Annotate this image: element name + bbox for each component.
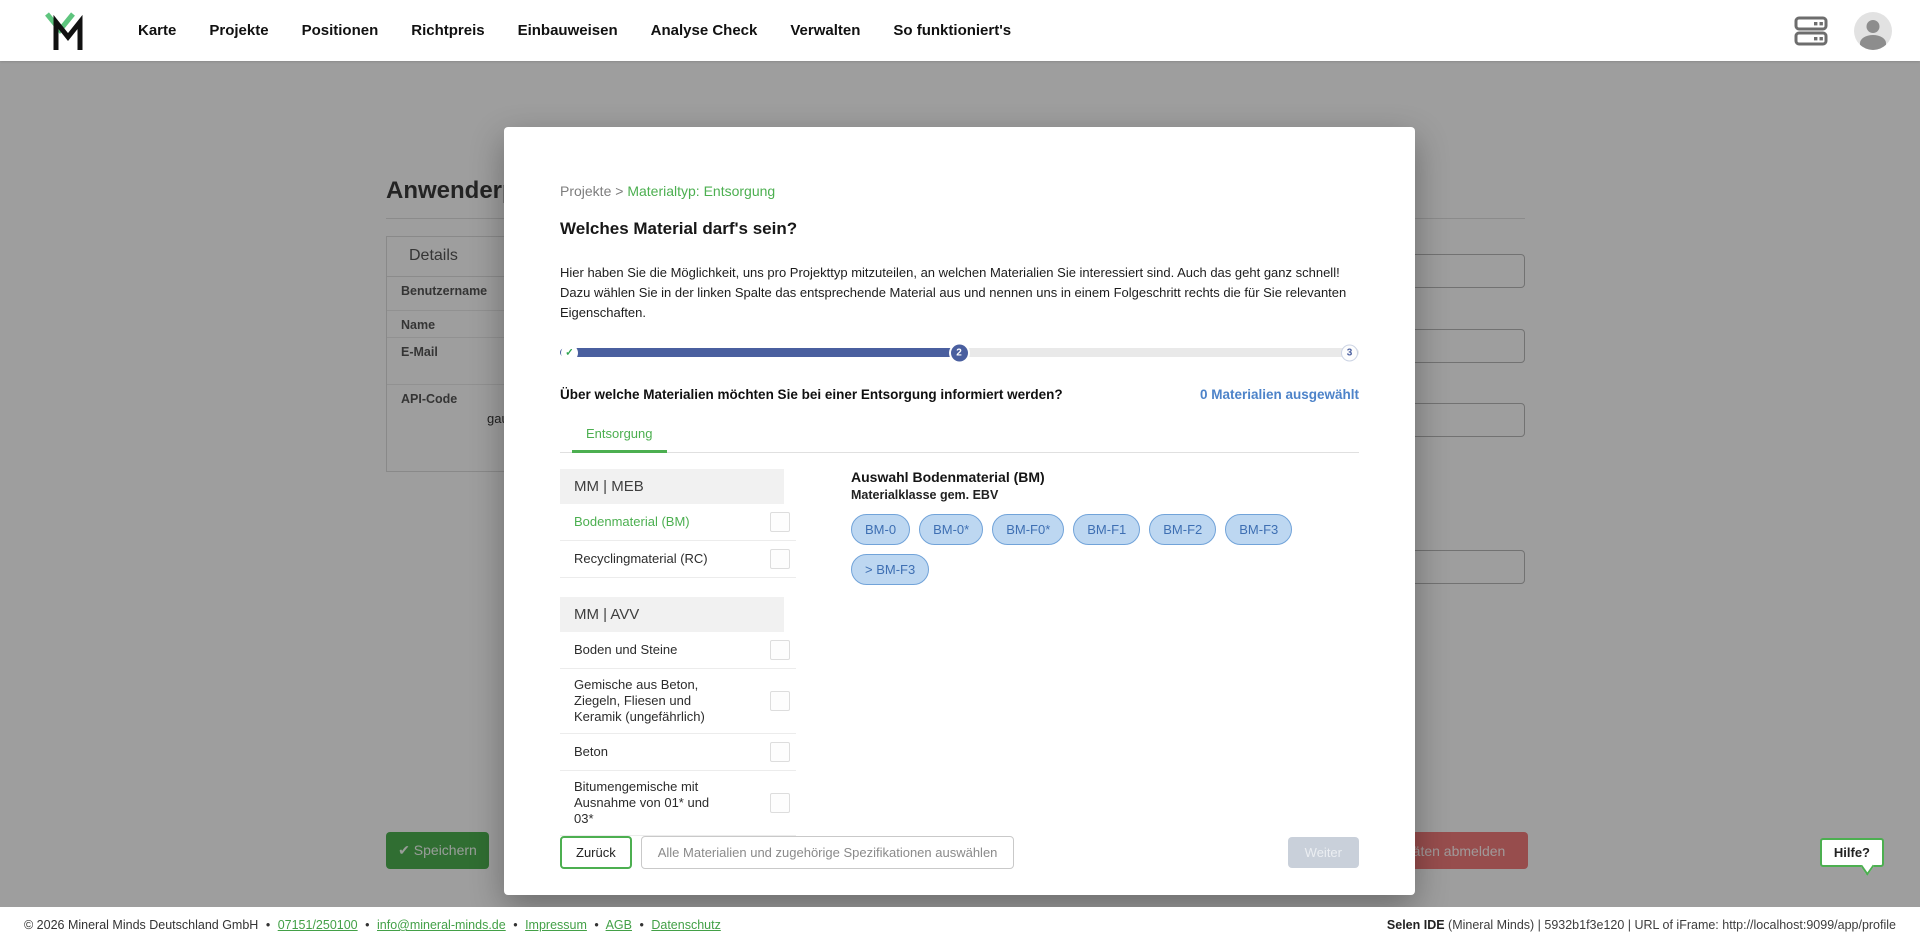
- chip-gt-bm-f3[interactable]: > BM-F3: [851, 554, 929, 585]
- nav-item-einbauweisen[interactable]: Einbauweisen: [518, 22, 618, 39]
- checkbox[interactable]: [770, 640, 790, 660]
- help-button[interactable]: Hilfe?: [1820, 838, 1884, 867]
- nav-item-analyse-check[interactable]: Analyse Check: [651, 22, 758, 39]
- avatar-person-icon: [1867, 20, 1880, 33]
- user-avatar[interactable]: [1854, 12, 1892, 50]
- chip-bm-0[interactable]: BM-0: [851, 514, 910, 545]
- breadcrumb-current: Materialtyp: Entsorgung: [627, 183, 775, 199]
- detail-subheading: Materialklasse gem. EBV: [851, 488, 1359, 502]
- progress-bar-fill: [560, 348, 960, 357]
- material-item-recyclingmaterial[interactable]: Recyclingmaterial (RC): [560, 541, 796, 578]
- avatar-person-icon: [1860, 35, 1886, 50]
- copyright-text: © 2026 Mineral Minds Deutschland GmbH: [24, 918, 258, 932]
- nav-item-so-funktionierts[interactable]: So funktioniert's: [893, 22, 1011, 39]
- checkbox[interactable]: [770, 793, 790, 813]
- nav-item-verwalten[interactable]: Verwalten: [790, 22, 860, 39]
- nav-item-positionen[interactable]: Positionen: [302, 22, 379, 39]
- progress-step-3: 3: [1341, 344, 1358, 361]
- breadcrumb: Projekte > Materialtyp: Entsorgung: [560, 183, 1359, 199]
- footer-right: Selen IDE (Mineral Minds) | 5932b1f3e120…: [1387, 918, 1896, 932]
- material-list: MM | MEB Bodenmaterial (BM) Recyclingmat…: [560, 469, 796, 836]
- ide-info: (Mineral Minds) | 5932b1f3e120 | URL of …: [1445, 918, 1896, 932]
- material-class-chips: BM-0 BM-0* BM-F0* BM-F1 BM-F2 BM-F3 > BM…: [851, 514, 1359, 585]
- back-button[interactable]: Zurück: [560, 836, 632, 869]
- nav-item-karte[interactable]: Karte: [138, 22, 176, 39]
- chip-bm-f1[interactable]: BM-F1: [1073, 514, 1140, 545]
- checkbox[interactable]: [770, 691, 790, 711]
- top-nav: Karte Projekte Positionen Richtpreis Ein…: [0, 0, 1920, 61]
- selected-count[interactable]: 0 Materialien ausgewählt: [1200, 387, 1359, 402]
- section-header-mm-avv: MM | AVV: [560, 597, 784, 632]
- section-header-mm-meb: MM | MEB: [560, 469, 784, 504]
- chip-bm-f3[interactable]: BM-F3: [1225, 514, 1292, 545]
- dialog-intro-text: Hier haben Sie die Möglichkeit, uns pro …: [560, 263, 1359, 323]
- chip-bm-0s[interactable]: BM-0*: [919, 514, 983, 545]
- footer-link-datenschutz[interactable]: Datenschutz: [651, 918, 720, 932]
- progress-step-2: 2: [951, 344, 968, 361]
- material-item-beton[interactable]: Beton: [560, 734, 796, 771]
- material-item-boden-und-steine[interactable]: Boden und Steine: [560, 632, 796, 669]
- dialog-title: Welches Material darf's sein?: [560, 219, 1359, 239]
- material-detail-panel: Auswahl Bodenmaterial (BM) Materialklass…: [851, 469, 1359, 836]
- dialog-footer: Zurück Alle Materialien und zugehörige S…: [560, 836, 1359, 869]
- page-footer: © 2026 Mineral Minds Deutschland GmbH • …: [0, 907, 1920, 943]
- chip-bm-f0s[interactable]: BM-F0*: [992, 514, 1064, 545]
- footer-link-email[interactable]: info@mineral-minds.de: [377, 918, 506, 932]
- checkbox[interactable]: [770, 549, 790, 569]
- detail-heading: Auswahl Bodenmaterial (BM): [851, 469, 1359, 485]
- checkbox[interactable]: [770, 742, 790, 762]
- main-menu: Karte Projekte Positionen Richtpreis Ein…: [138, 22, 1011, 39]
- nav-item-projekte[interactable]: Projekte: [209, 22, 268, 39]
- ide-name: Selen IDE: [1387, 918, 1445, 932]
- select-all-button[interactable]: Alle Materialien und zugehörige Spezifik…: [641, 836, 1015, 869]
- progress-bar: ✓ 2 3: [560, 348, 1359, 357]
- material-item-bitumengemische[interactable]: Bitumengemische mit Ausnahme von 01* und…: [560, 771, 796, 836]
- footer-link-agb[interactable]: AGB: [606, 918, 632, 932]
- footer-link-impressum[interactable]: Impressum: [525, 918, 587, 932]
- question-text: Über welche Materialien möchten Sie bei …: [560, 387, 1063, 402]
- next-button[interactable]: Weiter: [1288, 837, 1359, 868]
- footer-link-phone[interactable]: 07151/250100: [278, 918, 358, 932]
- breadcrumb-separator: >: [615, 183, 623, 199]
- server-icon[interactable]: [1794, 15, 1828, 47]
- nav-item-richtpreis[interactable]: Richtpreis: [411, 22, 484, 39]
- material-item-bodenmaterial[interactable]: Bodenmaterial (BM): [560, 504, 796, 541]
- footer-left: © 2026 Mineral Minds Deutschland GmbH • …: [24, 918, 721, 932]
- progress-step-1-done: ✓: [561, 344, 578, 361]
- mineral-minds-logo[interactable]: [42, 9, 84, 53]
- tab-entsorgung[interactable]: Entsorgung: [572, 418, 667, 453]
- chip-bm-f2[interactable]: BM-F2: [1149, 514, 1216, 545]
- breadcrumb-root[interactable]: Projekte: [560, 183, 611, 199]
- tab-bar: Entsorgung: [560, 418, 1359, 453]
- material-item-gemische[interactable]: Gemische aus Beton, Ziegeln, Fliesen und…: [560, 669, 796, 734]
- material-selection-dialog: Projekte > Materialtyp: Entsorgung Welch…: [504, 127, 1415, 895]
- checkbox[interactable]: [770, 512, 790, 532]
